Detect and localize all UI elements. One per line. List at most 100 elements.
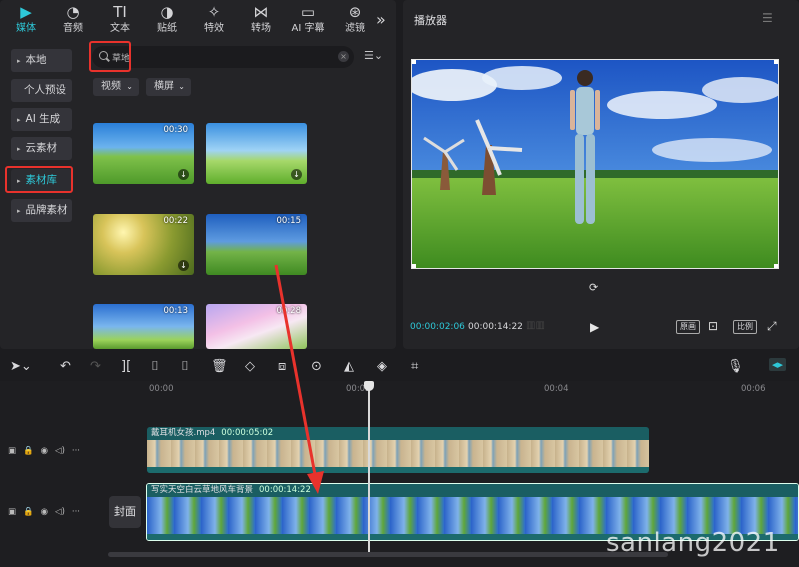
play-button[interactable]: ▶ [590,320,599,334]
timeline-scrollbar[interactable] [108,552,668,557]
volume-icon[interactable]: ◁) [55,446,65,456]
reverse-icon[interactable]: ⊙ [311,359,322,374]
freeze-icon[interactable]: ⧈ [278,359,286,374]
clip-name: 写实天空白云草地风车背景 [151,485,254,495]
total-time: 00:00:14:22 [468,322,523,332]
track-controls-1: ▣ 🔒 ◉ ◁) ··· [8,446,87,456]
more-icon[interactable]: ··· [72,446,80,456]
filter-icon: ⊛ [348,3,362,21]
type-dropdown[interactable]: 视频 ⌄ [93,78,139,96]
waveform-icon[interactable]: ▥▥ [526,320,545,331]
track-controls-2: ▣ 🔒 ◉ ◁) ··· [8,507,87,517]
tab-label: AI 字幕 [291,23,325,34]
crop-handle[interactable] [774,264,778,268]
caret-right-icon: ▸ [17,207,21,215]
rotate-icon[interactable]: ⟳ [589,281,598,294]
tab-text[interactable]: TI 文本 [98,2,142,38]
track-toggle-icon[interactable]: ▣ [8,507,16,517]
visibility-icon[interactable]: ◉ [41,446,48,456]
tab-audio[interactable]: ◔ 音频 [51,2,95,38]
download-icon[interactable]: ↓ [291,169,302,180]
more-tabs-icon[interactable]: » [376,10,386,29]
media-thumbnail[interactable]: 00:15 [206,214,307,275]
orientation-dropdown[interactable]: 横屏 ⌄ [146,78,191,96]
search-input[interactable] [112,50,332,64]
caret-right-icon: ▸ [17,145,21,153]
clear-icon[interactable]: × [338,51,349,62]
sidebar-item[interactable]: ▸ 品牌素材 [11,199,72,222]
sidebar-item[interactable]: ▸ AI 生成 [11,108,72,131]
lock-icon[interactable]: 🔒 [23,446,34,456]
split-left-icon[interactable]: ⌷ [151,359,159,374]
tab-media[interactable]: ▶ 媒体 [4,2,48,38]
sidebar-item[interactable]: ▸ 云素材 [11,137,72,160]
media-thumbnail[interactable]: ↓ [206,123,307,184]
playhead-handle[interactable] [364,381,374,391]
cover-button[interactable]: 封面 [109,496,141,528]
volume-icon[interactable]: ◁) [55,507,65,517]
tab-label: 转场 [251,23,271,34]
visibility-icon[interactable]: ◉ [41,507,48,517]
tab-effects[interactable]: ✧ 特效 [192,2,236,38]
download-icon[interactable]: ↓ [178,169,189,180]
time-ruler[interactable]: 00:00 00:02 00:04 00:06 [147,381,799,395]
fullscreen-icon[interactable]: ⤢ [767,319,777,334]
media-thumbnail[interactable]: 00:13 [93,304,194,349]
split-right-icon[interactable]: ⌷ [181,359,189,374]
clip-duration: 00:00:14:22 [259,485,311,495]
thumbnail-duration: 00:22 [163,216,189,226]
lock-icon[interactable]: 🔒 [23,507,34,517]
media-icon: ▶ [20,3,32,21]
mirror-icon[interactable]: ◭ [344,359,354,374]
tab-label: 滤镜 [345,23,365,34]
microphone-icon[interactable]: 🎙 [727,359,744,374]
media-thumbnail[interactable]: 00:22 ↓ [93,214,194,275]
tab-transition[interactable]: ⋈ 转场 [239,2,283,38]
caret-right-icon: ▸ [17,57,21,65]
sidebar-item[interactable]: 个人预设 [11,79,72,102]
media-thumbnail[interactable]: 00:30 ↓ [93,123,194,184]
tab-filter[interactable]: ⊛ 滤镜 [333,2,377,38]
split-icon[interactable]: ][ [121,359,131,374]
highlight-box-library [5,166,73,193]
more-icon[interactable]: ··· [72,507,80,517]
download-icon[interactable]: ↓ [178,260,189,271]
clip-duration: 00:00:05:02 [221,428,274,438]
crop-handle[interactable] [774,60,778,64]
ratio-button[interactable]: 比例 [733,320,757,334]
crop-handle[interactable] [412,60,416,64]
sidebar-item[interactable]: ▸ 本地 [11,49,72,72]
tab-sticker[interactable]: ◑ 贴纸 [145,2,189,38]
preview-scene [412,60,778,268]
auto-snap-icon[interactable]: ◂▸ [769,358,787,371]
sticker-icon: ◑ [160,3,174,21]
tab-subtitle[interactable]: ▭ AI 字幕 [286,2,330,38]
sidebar-item-label: 本地 [25,54,47,66]
track-toggle-icon[interactable]: ▣ [8,446,16,456]
mask-icon[interactable]: ◇ [245,359,255,374]
clip-filmstrip [147,440,649,467]
delete-icon[interactable]: 🗑 [211,359,228,374]
crop-handle[interactable] [412,264,416,268]
sort-filter-icon[interactable]: ☰⌄ [364,49,383,62]
tab-label: 贴纸 [157,23,177,34]
fit-screen-icon[interactable]: ⊡ [708,319,718,333]
select-pointer-icon[interactable]: ➤⌄ [10,359,32,374]
video-clip[interactable]: 戴耳机女孩.mp4 00:00:05:02 [147,427,649,473]
current-time: 00:00:02:06 [410,322,465,332]
crop-icon[interactable]: ⌗ [411,359,418,374]
playhead[interactable] [368,383,370,553]
type-dropdown-value: 视频 [101,81,121,92]
menu-icon[interactable]: ☰ [762,11,773,25]
undo-icon[interactable]: ↶ [60,359,71,374]
transition-icon: ⋈ [253,3,269,21]
preview-canvas[interactable] [411,59,779,269]
tab-label: 媒体 [16,23,36,34]
media-thumbnail[interactable]: 00:28 [206,304,307,349]
rotate-tool-icon[interactable]: ◈ [377,359,387,374]
text-icon: TI [113,3,127,21]
redo-icon[interactable]: ↷ [90,359,101,374]
tab-label: 音频 [63,23,83,34]
original-quality-button[interactable]: 原画 [676,320,700,334]
search-box[interactable]: × [92,46,354,68]
